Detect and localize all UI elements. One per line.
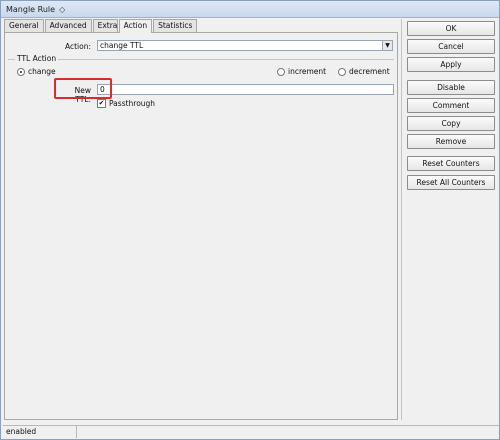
tab-action[interactable]: Action — [118, 19, 153, 33]
action-tab-panel: Action: change TTL ▼ TTL Action change i… — [4, 32, 398, 420]
status-state: enabled — [6, 426, 78, 438]
radio-increment[interactable]: increment — [277, 67, 326, 76]
comment-button[interactable]: Comment — [407, 98, 495, 113]
tab-statistics[interactable]: Statistics — [153, 19, 198, 32]
radio-decrement-label: decrement — [349, 67, 390, 76]
tab-general[interactable]: General — [4, 19, 44, 32]
action-select[interactable]: change TTL — [97, 40, 383, 51]
annotation-highlight-box — [54, 78, 112, 99]
window-title: Mangle Rule — [6, 4, 56, 14]
cancel-button[interactable]: Cancel — [407, 39, 495, 54]
remove-button[interactable]: Remove — [407, 134, 495, 149]
dropdown-arrow-icon[interactable]: ▼ — [382, 40, 393, 51]
ok-button[interactable]: OK — [407, 21, 495, 36]
radio-unselected-icon — [277, 67, 285, 76]
tab-bar: General Advanced Extra Action Statistics — [4, 19, 198, 33]
tab-advanced[interactable]: Advanced — [44, 19, 92, 32]
status-bar: enabled — [3, 425, 499, 438]
passthrough-label: Passthrough — [109, 99, 156, 108]
radio-decrement[interactable]: decrement — [338, 67, 390, 76]
copy-button[interactable]: Copy — [407, 116, 495, 131]
radio-unselected-icon — [338, 67, 346, 76]
radio-change[interactable]: change — [17, 67, 56, 76]
ttl-group-divider — [8, 59, 394, 60]
reset-counters-button[interactable]: Reset Counters — [407, 156, 495, 171]
mangle-rule-window: Mangle Rule ◇ General Advanced Extra Act… — [0, 0, 500, 440]
passthrough-checkbox[interactable]: ✔ Passthrough — [97, 99, 155, 108]
action-label: Action: — [64, 42, 91, 51]
checkmark-icon: ✔ — [97, 99, 106, 108]
title-bar[interactable]: Mangle Rule ◇ — [1, 1, 499, 18]
disable-button[interactable]: Disable — [407, 80, 495, 95]
apply-button[interactable]: Apply — [407, 57, 495, 72]
new-ttl-input[interactable]: 0 — [97, 84, 394, 95]
diamond-icon: ◇ — [59, 4, 66, 14]
radio-change-label: change — [28, 67, 56, 76]
sidebar-divider — [401, 19, 402, 420]
radio-increment-label: increment — [288, 67, 327, 76]
ttl-action-group-label: TTL Action — [15, 54, 59, 63]
reset-all-counters-button[interactable]: Reset All Counters — [407, 175, 495, 190]
tab-extra[interactable]: Extra — [92, 19, 118, 32]
radio-selected-icon — [17, 67, 25, 76]
